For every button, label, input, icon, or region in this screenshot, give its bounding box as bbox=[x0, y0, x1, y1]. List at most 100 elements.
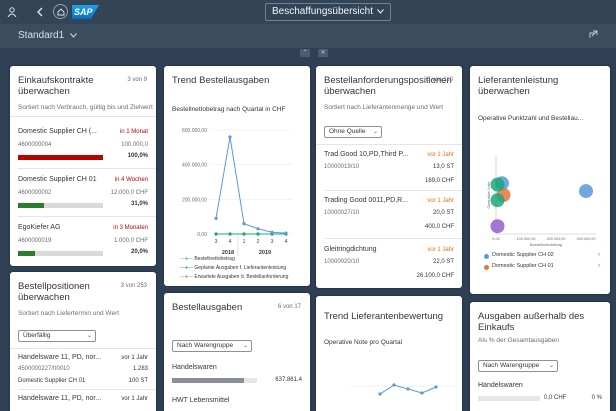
card-po-items[interactable]: Bestellpositionen überwachen 3 von 253 S… bbox=[10, 272, 156, 411]
y-tick-label: 400.000,00 bbox=[182, 163, 207, 169]
card-trend-rating[interactable]: Trend Lieferantenbewertung Operative Not… bbox=[316, 296, 462, 411]
material-group-select[interactable]: Nach Warengruppe ⌄ bbox=[172, 340, 252, 352]
data-point bbox=[214, 232, 218, 236]
bubble bbox=[490, 219, 505, 234]
divider bbox=[324, 190, 462, 191]
x-tick-label: 300.000,00 bbox=[576, 237, 595, 241]
chevron-down-icon bbox=[377, 4, 384, 20]
y-tick-label: 200.000,00 bbox=[182, 197, 207, 203]
data-point bbox=[256, 232, 260, 236]
data-point bbox=[284, 231, 288, 235]
data-point bbox=[214, 216, 218, 220]
card-title: Trend Lieferantenbewertung bbox=[324, 311, 444, 322]
card-subtitle: Operative Note pro Quartal bbox=[324, 339, 403, 346]
x-tick-label: 2 bbox=[257, 239, 260, 245]
data-point bbox=[242, 222, 246, 226]
data-point bbox=[256, 227, 260, 231]
progress-fill bbox=[18, 203, 45, 208]
chevron-down-icon: ⌄ bbox=[548, 363, 554, 369]
back-icon[interactable] bbox=[32, 4, 48, 20]
overdue-filter-select[interactable]: Überfällig ⌄ bbox=[18, 330, 96, 342]
rating-point bbox=[406, 387, 410, 391]
chevron-down-icon bbox=[70, 30, 77, 41]
y-axis-label: Operative Note bbox=[486, 181, 491, 209]
progress-bar bbox=[18, 251, 103, 256]
rating-point bbox=[378, 392, 382, 396]
x-tick-label: 100.000,00 bbox=[516, 237, 535, 241]
data-point bbox=[228, 135, 232, 139]
spend-bar bbox=[172, 378, 257, 383]
card-contracts[interactable]: Einkaufskontrakte überwachen 3 von 9 Sor… bbox=[10, 66, 156, 266]
card-subtitle: Operative Punktzahl und Bestellau... bbox=[478, 115, 584, 122]
app-title: Beschaffungsübersicht bbox=[272, 6, 373, 17]
data-point bbox=[228, 232, 232, 236]
legend-marker bbox=[484, 254, 489, 259]
page-right-icon[interactable]: › bbox=[598, 263, 600, 269]
variant-bar: Standard1 bbox=[0, 24, 616, 48]
card-count: 6 von 17 bbox=[277, 304, 301, 310]
share-icon[interactable] bbox=[589, 30, 598, 42]
divider bbox=[10, 348, 156, 349]
line-chart[interactable]: 600.000,00 400.000,00 200.000,00 0,00 3 4 1 2 3 4… bbox=[164, 120, 310, 260]
legend-marker bbox=[484, 265, 489, 270]
x-tick-label: 3 bbox=[215, 239, 218, 245]
series-line bbox=[215, 136, 287, 234]
progress-bar bbox=[18, 203, 103, 208]
page-left-icon[interactable]: ‹ bbox=[598, 252, 600, 258]
card-title: Bestellausgaben bbox=[172, 302, 243, 313]
bubble bbox=[579, 184, 593, 199]
card-title: Lieferantenleistung überwachen bbox=[478, 75, 559, 97]
variant-selector[interactable]: Standard1 bbox=[18, 30, 77, 41]
legend-item: —●— Bestellnettobetrag bbox=[180, 256, 235, 262]
bubble bbox=[490, 193, 505, 208]
x-tick-label: 3 bbox=[271, 239, 274, 245]
progress-bar bbox=[18, 155, 103, 160]
rating-line-chart[interactable] bbox=[316, 356, 462, 411]
card-trend-spend[interactable]: Trend Bestellausgaben Bestellnettobetrag… bbox=[164, 66, 310, 286]
collapse-header-icon[interactable]: ⌃ bbox=[300, 49, 310, 57]
progress-fill bbox=[18, 251, 35, 256]
card-count: 3 von 253 bbox=[120, 283, 147, 289]
card-subtitle: Als % der Gesamtausgaben bbox=[478, 337, 559, 344]
bubble bbox=[490, 177, 505, 192]
chevron-down-icon: ⌄ bbox=[372, 129, 378, 135]
user-icon[interactable] bbox=[4, 4, 20, 20]
sap-logo[interactable]: SAP bbox=[72, 5, 99, 19]
app-title-menu[interactable]: Beschaffungsübersicht bbox=[265, 3, 391, 21]
data-point bbox=[270, 230, 274, 234]
card-subtitle: Sortiert nach Liefertermin und Wert bbox=[18, 310, 120, 317]
x-group-label: 2019 bbox=[259, 250, 271, 256]
spend-bar-fill bbox=[172, 378, 245, 383]
progress-fill bbox=[18, 155, 103, 160]
x-tick-label: 0,00 bbox=[492, 237, 499, 241]
source-filter-select[interactable]: Ohne Quelle ⌄ bbox=[324, 126, 382, 138]
rating-point bbox=[420, 391, 424, 395]
card-outside-spend[interactable]: Ausgaben außerhalb des Einkaufs Als % de… bbox=[470, 302, 610, 411]
card-subtitle: Sortiert nach Lieferantenmenge und Wert bbox=[324, 104, 444, 111]
chevron-down-icon: ⌄ bbox=[86, 333, 92, 339]
x-tick-label: 200.000,00 bbox=[546, 237, 565, 241]
y-tick-label: 0,00 bbox=[197, 232, 207, 238]
card-subtitle: Bestellnettobetrag nach Quartal in CHF bbox=[172, 106, 286, 113]
card-title: Ausgaben außerhalb des Einkaufs bbox=[478, 311, 585, 333]
pin-header-icon[interactable]: ✕ bbox=[318, 49, 328, 57]
x-tick-label: 4 bbox=[229, 239, 232, 245]
card-requisitions[interactable]: Bestellanforderungspositionen überwachen… bbox=[316, 66, 462, 288]
divider bbox=[10, 116, 156, 117]
variant-label: Standard1 bbox=[18, 30, 65, 41]
spend-bar bbox=[478, 396, 540, 401]
card-count: 3 von 110 bbox=[427, 77, 453, 83]
rating-point bbox=[434, 385, 438, 389]
home-icon[interactable] bbox=[53, 4, 68, 19]
x-axis-label: Bestellnettobetrag bbox=[530, 242, 562, 247]
card-subtitle: Sortiert nach Verbrauch, gültig bis und … bbox=[18, 104, 153, 111]
material-group-select[interactable]: Nach Warengruppe ⌄ bbox=[478, 360, 558, 372]
divider bbox=[324, 238, 462, 239]
rating-point bbox=[392, 383, 396, 387]
bubble-chart[interactable]: 0,00 100.000,00 200.000,00 300.000,00 Bestel… bbox=[470, 126, 610, 266]
x-tick-label: 4 bbox=[285, 239, 288, 245]
card-spend[interactable]: Bestellausgaben 6 von 17 Nach Warengrupp… bbox=[164, 293, 310, 411]
card-supplier-performance[interactable]: Lieferantenleistung überwachen Operative… bbox=[470, 66, 610, 294]
legend-item: —●— Geplante Ausgaben f. Lieferantenleis… bbox=[180, 265, 287, 271]
x-tick-label: 1 bbox=[243, 239, 246, 245]
